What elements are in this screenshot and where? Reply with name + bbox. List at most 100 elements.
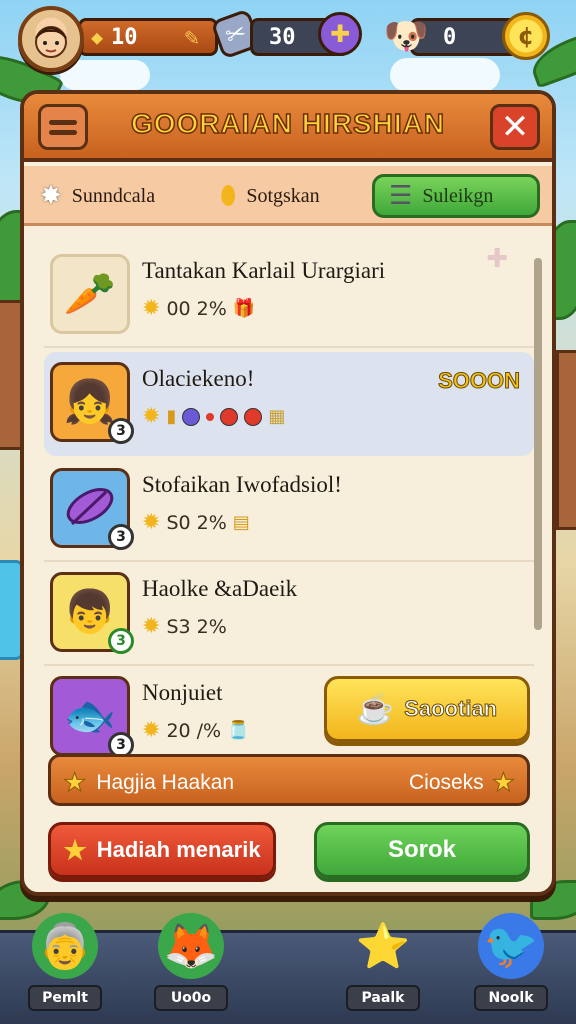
star-icon: ✹ (142, 296, 161, 321)
stat-value: 20 /% (166, 719, 222, 742)
reward-bar-right: Cioseks ★ (408, 767, 516, 798)
nav-label: Paalk (346, 985, 420, 1011)
item-stat: ✹ 00 2% 🎁 (142, 296, 255, 321)
add-icon[interactable]: ✚ (318, 12, 362, 56)
reward-label: Hagjia Haakan (96, 770, 235, 794)
quest-panel: GOORAIAN HIRSHIAN ✕ ✸ Sunndcala ⬮ Sotgsk… (20, 90, 556, 896)
resource-value: 30 (269, 24, 296, 50)
gift-icon: 🎁 (232, 298, 256, 319)
player-face-icon (35, 26, 67, 58)
nav-label: Pemlt (28, 985, 102, 1011)
reward-right-label: Cioseks (408, 770, 484, 794)
star-icon: ✹ (142, 510, 161, 535)
top-bar: ◆ 10 ✎ ✂ 30 ✚ 0 🐶 ¢ (0, 0, 576, 80)
star-icon: ★ (491, 767, 515, 798)
nav-item-pemlt[interactable]: 👵 Pemlt (20, 913, 110, 1023)
player-avatar[interactable] (18, 6, 84, 72)
menu-button[interactable] (38, 104, 88, 150)
list-item[interactable]: 🥕 Tantakan Karlail Urargiari ✹ 00 2% 🎁 (44, 244, 534, 348)
list-item[interactable]: 👦 3 Haolke &aDaeik ✹ S3 2% (44, 562, 534, 666)
nav-item-noolk[interactable]: 🐦 Noolk (466, 913, 556, 1023)
menu-bar (49, 119, 77, 125)
red-orb-icon (220, 407, 239, 426)
menu-bar (49, 129, 77, 135)
scrollbar-thumb[interactable] (534, 258, 542, 630)
item-title: Stofaikan Iwofadsiol! (142, 472, 342, 497)
dot-icon (206, 412, 215, 421)
resource-counter-gems: ◆ 10 ✎ (78, 18, 218, 56)
list-item-selected[interactable]: 👧 3 Olaciekeno! SOOON ✹ ▮ ▦ (44, 352, 534, 456)
item-stat: ✹ S0 2% ▤ (142, 510, 250, 535)
hut (556, 350, 576, 530)
soon-tag: SOOON (438, 368, 521, 394)
grandma-character-icon: 👵 (32, 913, 98, 979)
tab-sotgskan[interactable]: ⬮ Sotgskan (220, 174, 320, 218)
item-title: Nonjuiet (142, 680, 223, 705)
nav-item-uo0o[interactable]: 🦊 Uo0o (146, 913, 236, 1023)
coin-icon: ⬮ (220, 180, 237, 210)
nav-label: Uo0o (154, 985, 228, 1011)
bird-character-icon: 🐦 (478, 913, 544, 979)
coin-icon[interactable]: ¢ (502, 12, 550, 60)
jar-icon: ▦ (268, 406, 286, 427)
reward-bar[interactable]: ★ Hagjia Haakan Cioseks ★ (48, 754, 530, 806)
action-label: Saootian (404, 696, 498, 722)
level-badge: 3 (108, 524, 134, 550)
cup-icon: ☕ (356, 692, 395, 726)
list-item[interactable]: 3 Stofaikan Iwofadsiol! ✹ S0 2% ▤ (44, 458, 534, 562)
reward-bar-left: ★ Hagjia Haakan (62, 767, 235, 798)
nav-label: Noolk (474, 985, 548, 1011)
star-icon: ✹ (142, 614, 161, 639)
resource-value: 0 (443, 24, 457, 50)
confirm-button-label: Sorok (387, 836, 456, 863)
fox-character-icon: 🦊 (158, 913, 224, 979)
panel-title: GOORAIAN HIRSHIAN (130, 107, 446, 140)
star-character-icon: ⭐ (355, 921, 411, 972)
stat-value: S3 2% (166, 615, 227, 638)
tab-label: Sunndcala (71, 184, 156, 207)
tab-suleikgn[interactable]: ☰ Suleikgn (372, 174, 540, 218)
action-button[interactable]: ☕ Saootian (324, 676, 530, 742)
red-orb-icon (244, 407, 263, 426)
item-title: Olaciekeno! (142, 366, 255, 391)
pet-icon[interactable]: 🐶 (382, 10, 430, 62)
tab-label: Suleikgn (422, 184, 494, 207)
item-stat: ✹ 20 /% 🫙 (142, 718, 250, 743)
stat-value: 00 2% (166, 297, 227, 320)
feather-shape (66, 488, 114, 526)
confirm-button[interactable]: Sorok (314, 822, 530, 878)
rewards-button[interactable]: ★ Hadiah menarik (48, 822, 276, 878)
star-icon: ★ (63, 834, 87, 865)
item-stat: ✹ S3 2% (142, 614, 227, 639)
purple-orb-icon (182, 407, 201, 426)
item-title: Tantakan Karlail Urargiari (142, 258, 386, 283)
nav-item-paalk[interactable]: ⭐ Paalk (338, 913, 428, 1023)
item-title: Haolke &aDaeik (142, 576, 298, 601)
jar-icon: 🫙 (227, 720, 250, 741)
tab-label: Sotgskan (246, 184, 320, 207)
gem-icon: ◆ (91, 25, 104, 49)
level-badge: 3 (108, 418, 134, 444)
star-icon: ✸ (40, 181, 62, 210)
panel-header: GOORAIAN HIRSHIAN ✕ (24, 94, 552, 162)
item-rewards: ✹ ▮ ▦ (142, 404, 285, 429)
tab-sunndcala[interactable]: ✸ Sunndcala (40, 174, 155, 218)
bottom-navigation: 👵 Pemlt 🦊 Uo0o ⭐ Paalk 🐦 Noolk (0, 913, 576, 1024)
stat-value: S0 2% (166, 511, 227, 534)
scroll-icon: ▤ (232, 512, 250, 533)
carrot-icon: 🥕 (50, 254, 130, 334)
star-icon: ★ (62, 767, 87, 798)
star-icon: ✹ (142, 718, 161, 743)
list-scrollbar[interactable] (534, 258, 542, 630)
pencil-icon: ✎ (184, 23, 199, 51)
resource-value: 10 (111, 24, 138, 50)
rewards-button-label: Hadiah menarik (96, 837, 261, 862)
quest-list: 🥕 Tantakan Karlail Urargiari ✹ 00 2% 🎁 👧… (44, 244, 534, 758)
cake-icon: ☰ (389, 181, 413, 210)
tab-bar: ✸ Sunndcala ⬮ Sotgskan ☰ Suleikgn (24, 166, 552, 226)
key-icon: ▮ (166, 406, 177, 427)
level-badge: 3 (108, 628, 134, 654)
star-icon: ✹ (142, 404, 161, 429)
close-button[interactable]: ✕ (490, 104, 540, 150)
close-icon: ✕ (500, 107, 530, 147)
